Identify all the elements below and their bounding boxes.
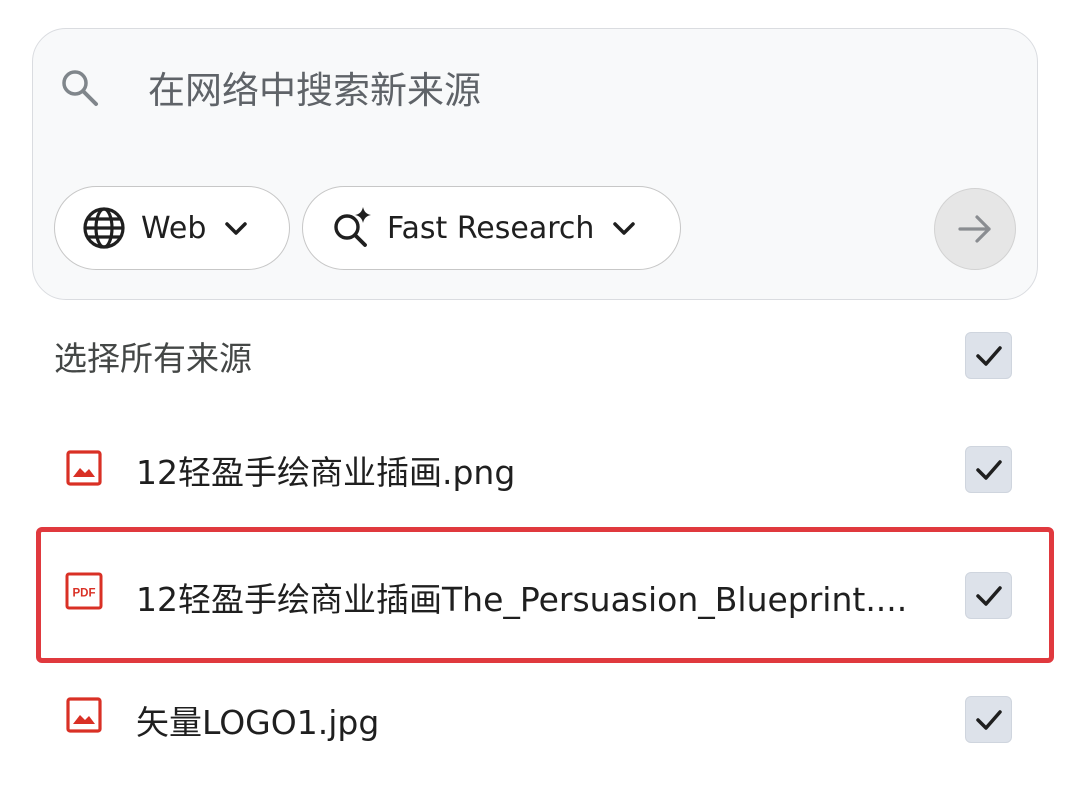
source-checkbox[interactable] — [965, 446, 1012, 493]
source-type-label: Web — [141, 210, 207, 246]
research-mode-label: Fast Research — [387, 210, 595, 246]
chevron-down-icon — [613, 222, 636, 235]
image-file-icon — [66, 697, 102, 733]
source-checkbox[interactable] — [965, 696, 1012, 743]
search-icon — [62, 70, 98, 106]
source-list-item[interactable]: PDF 12轻盈手绘商业插画The_Persuasion_Blueprint..… — [0, 555, 1080, 635]
source-list-item[interactable]: 矢量LOGO1.jpg — [0, 680, 1080, 760]
add-sources-panel: Web Fast Research 选择所有来源 1 — [0, 0, 1080, 798]
select-all-checkbox[interactable] — [965, 332, 1012, 379]
source-name: 矢量LOGO1.jpg — [136, 703, 380, 742]
source-type-dropdown[interactable]: Web — [54, 186, 290, 270]
source-name: 12轻盈手绘商业插画.png — [136, 453, 516, 492]
svg-text:PDF: PDF — [73, 588, 96, 600]
pdf-file-icon: PDF — [65, 572, 103, 610]
source-name: 12轻盈手绘商业插画The_Persuasion_Blueprint.... — [136, 580, 908, 619]
checkmark-icon — [975, 345, 1002, 366]
search-input[interactable] — [148, 58, 928, 122]
globe-icon — [83, 207, 125, 249]
sparkle-search-icon — [334, 207, 371, 247]
source-list-item[interactable]: 12轻盈手绘商业插画.png — [0, 428, 1080, 508]
checkmark-icon — [975, 585, 1002, 606]
research-mode-dropdown[interactable]: Fast Research — [302, 186, 681, 270]
select-all-label: 选择所有来源 — [54, 339, 252, 378]
image-file-icon — [66, 450, 102, 486]
submit-search-button[interactable] — [934, 188, 1016, 270]
source-checkbox[interactable] — [965, 572, 1012, 619]
checkmark-icon — [975, 459, 1002, 480]
checkmark-icon — [975, 709, 1002, 730]
arrow-right-icon — [958, 215, 991, 243]
chevron-down-icon — [225, 222, 248, 235]
